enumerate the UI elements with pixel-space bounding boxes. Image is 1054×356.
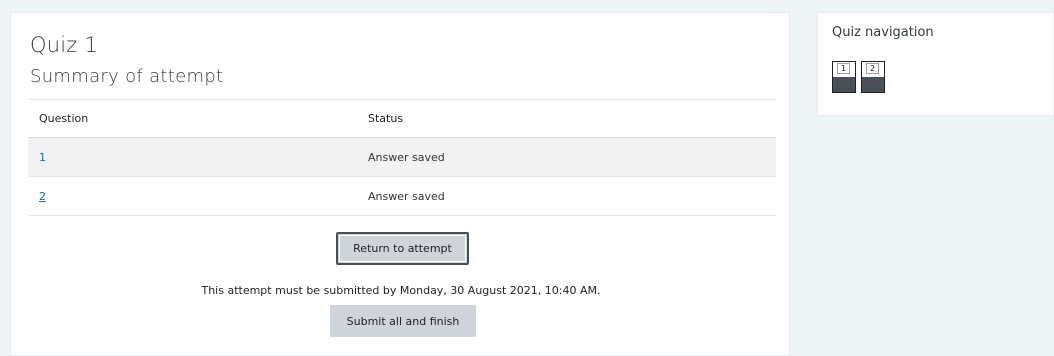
quiz-navigation-title: Quiz navigation — [832, 25, 934, 40]
status-cell: Answer saved — [338, 137, 776, 177]
question-link-2[interactable]: 2 — [39, 190, 46, 203]
quiz-nav-button-2[interactable]: 2 — [861, 61, 885, 93]
quiz-nav-button-1[interactable]: 1 — [832, 61, 856, 93]
table-header-row: Question Status — [28, 99, 776, 138]
quiz-summary-panel: Quiz 1 Summary of attempt Question Statu… — [10, 12, 790, 356]
return-to-attempt-button[interactable]: Return to attempt — [336, 232, 469, 265]
column-header-status: Status — [338, 99, 776, 138]
question-cell: 2 — [28, 176, 338, 216]
quiz-nav-button-number: 1 — [837, 63, 850, 74]
column-header-question: Question — [28, 99, 338, 138]
submit-all-and-finish-button[interactable]: Submit all and finish — [330, 305, 476, 337]
table-row: 2 Answer saved — [28, 176, 776, 216]
table-row: 1 Answer saved — [28, 137, 776, 177]
page-title: Quiz 1 — [30, 33, 98, 57]
answered-state-indicator — [862, 77, 884, 92]
quiz-navigation-block: Quiz navigation 1 2 — [817, 12, 1054, 116]
question-cell: 1 — [28, 137, 338, 177]
attempt-summary-table: Question Status 1 Answer saved 2 Answer … — [28, 99, 776, 216]
answered-state-indicator — [833, 77, 855, 92]
submission-deadline-text: This attempt must be submitted by Monday… — [201, 284, 601, 297]
status-cell: Answer saved — [338, 176, 776, 216]
quiz-nav-button-number: 2 — [866, 63, 879, 74]
summary-heading: Summary of attempt — [30, 66, 224, 87]
question-link-1[interactable]: 1 — [39, 151, 46, 164]
